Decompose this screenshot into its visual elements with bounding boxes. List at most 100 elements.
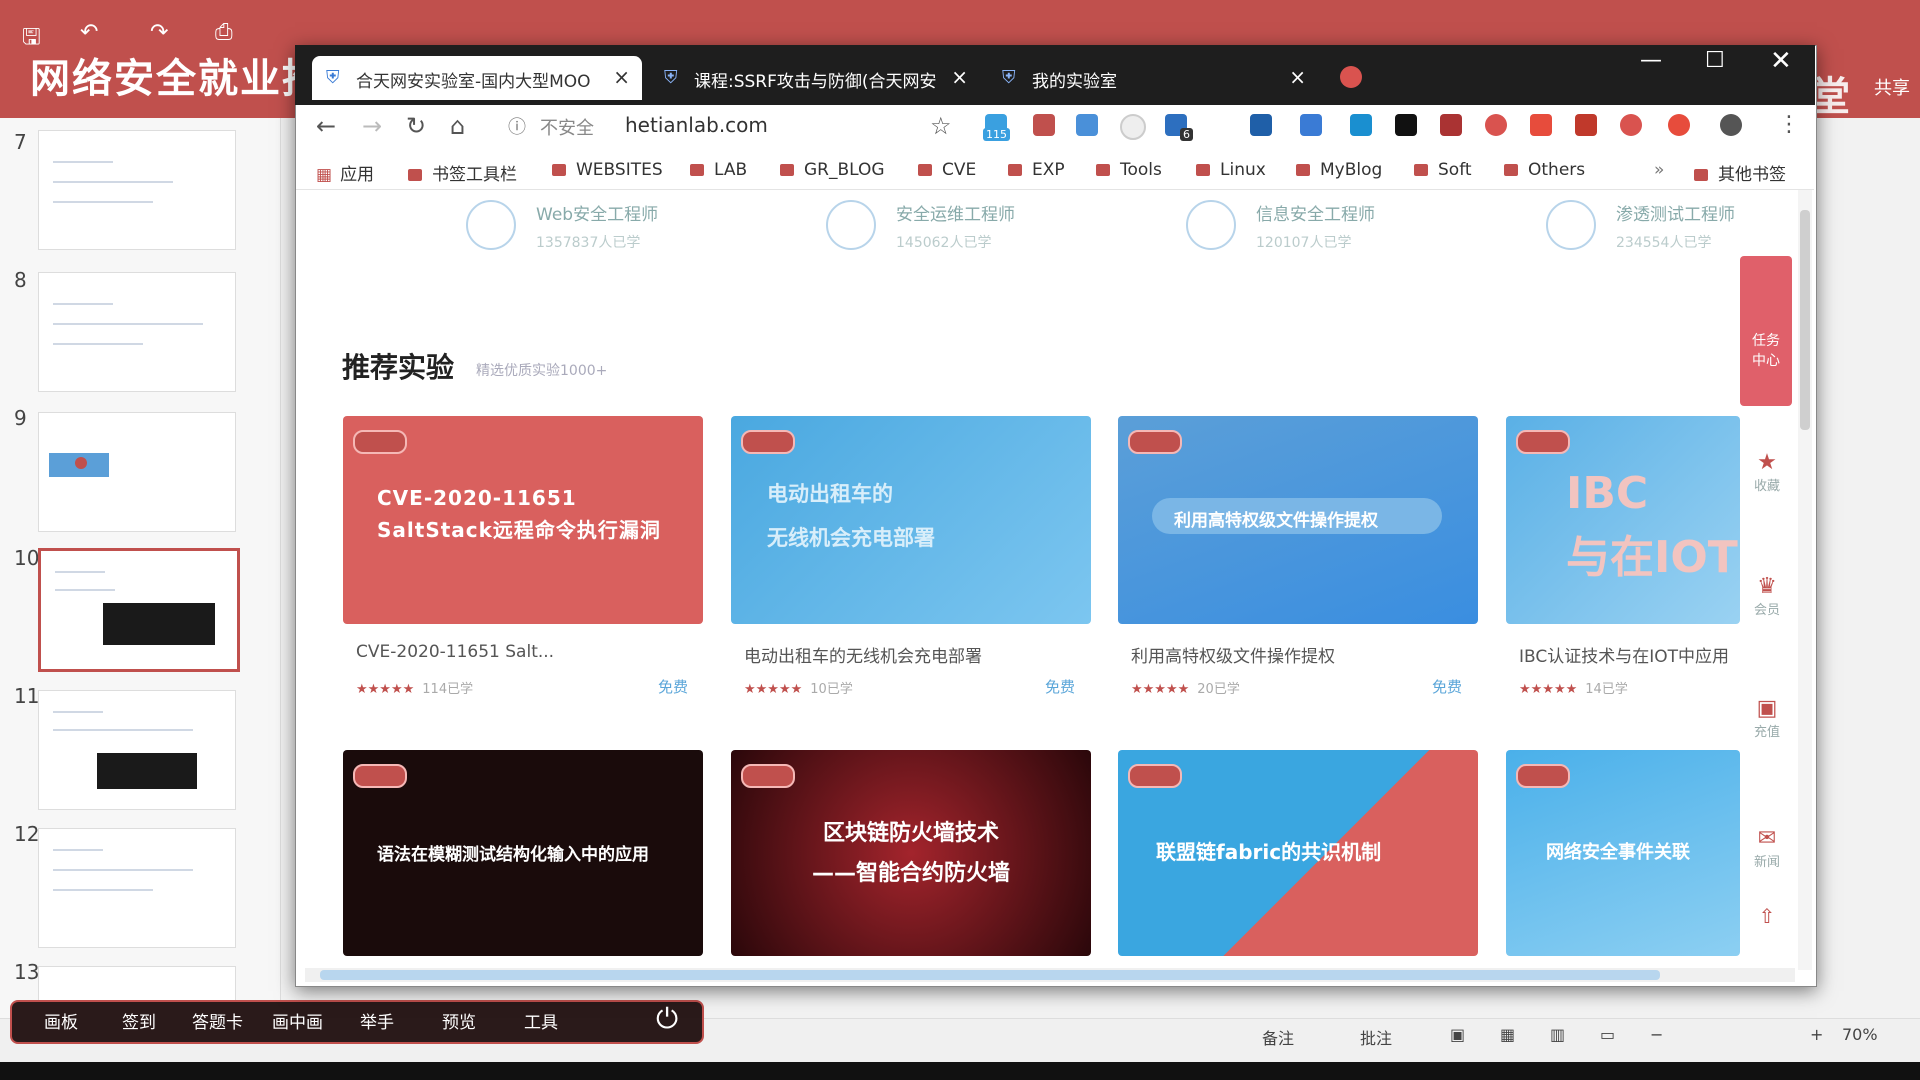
crown-icon: ♛ [1757,574,1777,599]
lab-card-image[interactable]: 区块链防火墙技术 ——智能合约防火墙 [731,750,1091,956]
bookmark-folder[interactable]: WEBSITES [552,160,663,180]
card-badge [1516,764,1570,788]
slide-thumbnail-selected[interactable] [38,548,240,672]
home-icon[interactable]: ⌂ [450,112,465,140]
recharge-button[interactable]: ▣ 充值 [1742,696,1792,740]
bookmark-apps[interactable]: ▦ 应用 [316,160,374,185]
maximize-icon[interactable]: ☐ [1705,48,1725,73]
slide-number: 13 [14,960,40,984]
forward-icon[interactable]: → [362,112,382,140]
extension-icon[interactable] [1530,114,1552,136]
print-icon[interactable]: ⎙ [215,20,233,45]
rating-stars: ★★★★★ 10已学 [744,682,853,697]
extension-icon[interactable] [1620,114,1642,136]
bookmark-folder[interactable]: MyBlog [1296,160,1382,180]
reload-icon[interactable]: ↻ [406,112,426,140]
sorter-view-icon[interactable]: ▦ [1500,1025,1515,1044]
pip-button[interactable]: 画中画 [272,1008,323,1033]
extension-icon[interactable] [1440,114,1462,136]
extension-icon[interactable] [1668,114,1690,136]
power-icon[interactable]: ⏻ [656,1002,678,1036]
bookmark-folder[interactable]: Tools [1096,160,1162,180]
extension-icon[interactable] [1250,114,1272,136]
checkin-button[interactable]: 签到 [122,1008,156,1033]
bookmark-folder[interactable]: CVE [918,160,976,180]
bookmark-folder[interactable]: GR_BLOG [780,160,885,180]
answer-card-button[interactable]: 答题卡 [192,1008,243,1033]
slide-thumbnail[interactable] [38,828,236,948]
tab-ssrf-course[interactable]: ⛨ 课程:SSRF攻击与防御(合天网安 × [650,56,980,100]
zoom-out-icon[interactable]: − [1650,1025,1663,1044]
bookmark-star-icon[interactable]: ☆ [930,112,952,140]
lab-card-title[interactable]: IBC认证技术与在IOT中应用 [1519,642,1749,667]
notes-button[interactable]: 备注 [1262,1025,1294,1049]
zoom-in-icon[interactable]: + [1810,1025,1823,1044]
whiteboard-button[interactable]: 画板 [44,1008,78,1033]
undo-icon[interactable]: ↶ [80,20,98,45]
lab-card-image[interactable]: 利用高特权级文件操作提权 [1118,416,1478,624]
new-tab-button[interactable] [1340,66,1362,88]
raise-hand-button[interactable]: 举手 [360,1008,394,1033]
slide-thumbnail[interactable] [38,690,236,810]
extension-icon[interactable] [1120,114,1146,140]
extension-icon[interactable] [1033,114,1055,136]
lab-card-image[interactable]: IBC 与在IOT中应 [1506,416,1740,624]
card-image-text: 区块链防火墙技术 ——智能合约防火墙 [811,821,1010,886]
extension-icon[interactable] [1485,114,1507,136]
slide-number: 12 [14,822,40,846]
bookmark-folder[interactable]: Linux [1196,160,1266,180]
lab-card-title[interactable]: 电动出租车的无线机会充电部署 [744,642,1104,667]
section-subtitle: 精选优质实验1000+ [476,363,608,379]
bookmark-folder[interactable]: Others [1504,160,1585,180]
reading-view-icon[interactable]: ▥ [1550,1025,1565,1044]
extension-icon[interactable] [1395,114,1417,136]
bookmark-folder[interactable]: 其他书签 [1694,160,1786,185]
news-button[interactable]: ✉ 新闻 [1742,826,1792,870]
lab-card-image[interactable]: 联盟链fabric的共识机制 [1118,750,1478,956]
career-title: 信息安全工程师 [1256,205,1375,225]
lab-card-image[interactable]: 电动出租车的 无线机会充电部署 [731,416,1091,624]
profile-avatar[interactable] [1720,114,1742,136]
bookmark-folder[interactable]: Soft [1414,160,1472,180]
slide-thumbnail[interactable] [38,412,236,532]
lab-card-image[interactable]: CVE-2020-11651 SaltStack远程命令执行漏洞 [343,416,703,624]
extension-icon[interactable] [1350,114,1372,136]
back-icon[interactable]: ← [316,112,336,140]
tools-button[interactable]: 工具 [524,1008,558,1033]
horizontal-scroll-thumb[interactable] [320,970,1660,980]
bookmark-folder[interactable]: EXP [1008,160,1065,180]
bookmark-folder[interactable]: 书签工具栏 [408,160,517,185]
info-icon[interactable]: ⓘ [508,113,526,139]
menu-kebab-icon[interactable]: ⋮ [1778,112,1800,137]
slide-thumbnail[interactable] [38,130,236,250]
back-to-top-icon[interactable]: ⇧ [1742,904,1792,928]
slideshow-icon[interactable]: ▭ [1600,1025,1615,1044]
extension-icon[interactable] [1076,114,1098,136]
comments-button[interactable]: 批注 [1360,1025,1392,1049]
normal-view-icon[interactable]: ▣ [1450,1025,1465,1044]
favorites-button[interactable]: ★ 收藏 [1742,450,1792,494]
close-icon[interactable]: × [613,65,630,89]
bookmarks-overflow[interactable]: » [1654,160,1664,180]
address-bar[interactable]: hetianlab.com [625,113,768,137]
redo-icon[interactable]: ↷ [150,20,168,45]
zoom-level[interactable]: 70% [1842,1025,1878,1044]
tab-hetianlab[interactable]: ⛨ 合天网安实验室-国内大型MOO × [312,56,642,100]
slide-thumbnail[interactable] [38,272,236,392]
lab-card-title[interactable]: CVE-2020-11651 Salt... [356,642,716,662]
lab-card-title[interactable]: 利用高特权级文件操作提权 [1131,642,1491,667]
lab-card-image[interactable]: 网络安全事件关联 [1506,750,1740,956]
close-window-icon[interactable]: ✕ [1770,46,1792,76]
preview-button[interactable]: 预览 [442,1008,476,1033]
bookmark-folder[interactable]: LAB [690,160,747,180]
membership-button[interactable]: ♛ 会员 [1742,574,1792,618]
share-button[interactable]: 共享 [1874,74,1910,100]
close-icon[interactable]: × [951,65,968,89]
vertical-scroll-thumb[interactable] [1800,210,1810,430]
extension-icon[interactable] [1300,114,1322,136]
minimize-icon[interactable]: — [1640,48,1662,73]
extension-icon[interactable] [1575,114,1597,136]
tab-my-lab[interactable]: ⛨ 我的实验室 × [988,56,1318,100]
close-icon[interactable]: × [1289,65,1306,89]
lab-card-image[interactable]: 语法在模糊测试结构化输入中的应用 [343,750,703,956]
